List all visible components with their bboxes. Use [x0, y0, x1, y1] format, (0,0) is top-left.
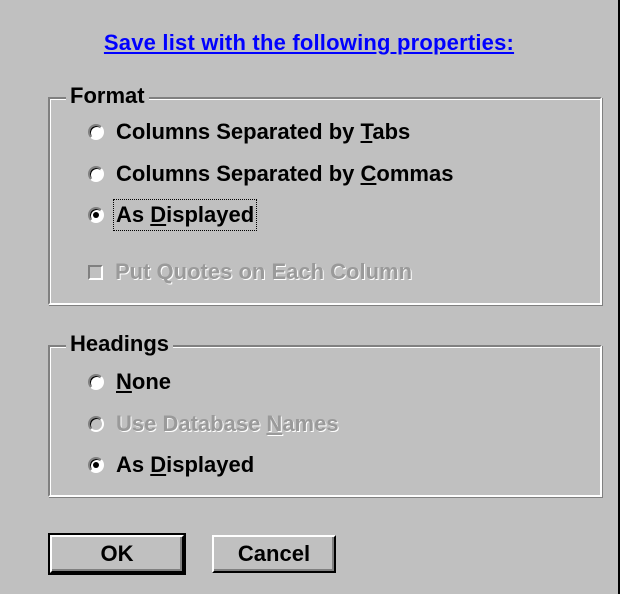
format-as-displayed-radio[interactable] — [88, 207, 104, 223]
headings-as-displayed-label: As Displayed — [116, 452, 255, 477]
headings-database-names-label: Use Database Names — [116, 411, 339, 436]
format-legend: Format — [66, 83, 149, 109]
format-commas-label: Columns Separated by Commas — [116, 161, 454, 186]
headings-none-label: None — [116, 369, 172, 394]
format-option-as-displayed[interactable]: As Displayed — [88, 199, 258, 231]
headings-as-displayed-radio[interactable] — [88, 457, 104, 473]
put-quotes-option[interactable]: Put Quotes on Each Column — [88, 257, 412, 287]
format-tabs-label: Columns Separated by Tabs — [116, 119, 411, 144]
headings-database-names-radio[interactable] — [88, 416, 104, 432]
dialog-title: Save list with the following properties: — [103, 30, 515, 55]
ok-button[interactable]: OK — [48, 533, 186, 575]
save-list-dialog: Save list with the following properties:… — [0, 0, 620, 594]
format-option-commas[interactable]: Columns Separated by Commas — [88, 159, 453, 189]
format-as-displayed-label: As Displayed — [112, 199, 258, 231]
format-commas-radio[interactable] — [88, 166, 104, 182]
headings-option-none[interactable]: None — [88, 367, 171, 397]
cancel-button[interactable]: Cancel — [212, 535, 336, 573]
format-tabs-radio[interactable] — [88, 124, 104, 140]
headings-option-as-displayed[interactable]: As Displayed — [88, 450, 254, 480]
put-quotes-label: Put Quotes on Each Column — [115, 259, 413, 284]
headings-legend: Headings — [66, 331, 174, 357]
headings-option-database-names[interactable]: Use Database Names — [88, 409, 339, 439]
put-quotes-checkbox[interactable] — [88, 264, 103, 280]
headings-none-radio[interactable] — [88, 374, 104, 390]
format-option-tabs[interactable]: Columns Separated by Tabs — [88, 117, 410, 147]
